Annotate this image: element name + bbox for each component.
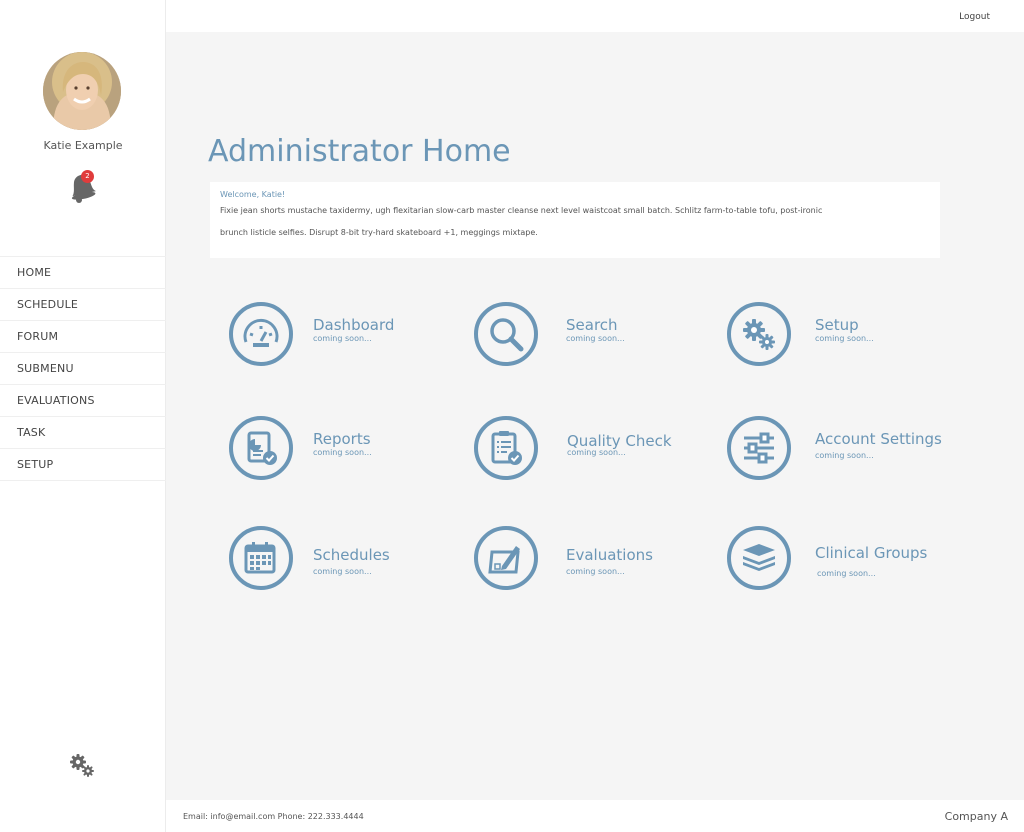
settings-button[interactable]	[69, 752, 95, 778]
tile-reports[interactable]: Reports coming soon...	[229, 416, 459, 486]
tile-quality-check[interactable]: Quality Check coming soon...	[474, 416, 704, 486]
page-title: Administrator Home	[208, 134, 511, 169]
gears-icon	[727, 302, 791, 366]
tile-title: Schedules	[313, 546, 390, 564]
tile-setup[interactable]: Setup coming soon...	[727, 302, 957, 372]
tile-subtitle: coming soon...	[313, 334, 372, 343]
intro-text-line-1: Fixie jean shorts mustache taxidermy, ug…	[220, 206, 823, 215]
tile-subtitle: coming soon...	[815, 334, 874, 343]
nav-item-schedule[interactable]: SCHEDULE	[0, 289, 166, 321]
tile-subtitle: coming soon...	[817, 569, 876, 578]
tile-clinical-groups[interactable]: Clinical Groups coming soon...	[727, 526, 957, 596]
pen-paper-icon	[474, 526, 538, 590]
nav-item-home[interactable]: HOME	[0, 257, 166, 289]
sidebar: Katie Example 2 HOME SCHEDULE FORUM SUBM…	[0, 0, 166, 832]
tile-subtitle: coming soon...	[567, 448, 626, 457]
footer: Email: info@email.com Phone: 222.333.444…	[166, 800, 1024, 832]
avatar[interactable]	[43, 52, 121, 130]
gears-icon	[70, 754, 94, 777]
footer-company: Company A	[944, 810, 1008, 823]
tile-subtitle: coming soon...	[313, 448, 372, 457]
welcome-panel: Welcome, Katie! Fixie jean shorts mustac…	[210, 182, 940, 258]
footer-contact: Email: info@email.com Phone: 222.333.444…	[183, 812, 364, 821]
tile-subtitle: coming soon...	[313, 567, 372, 576]
nav-item-task[interactable]: TASK	[0, 417, 166, 449]
tile-subtitle: coming soon...	[566, 567, 625, 576]
nav-item-submenu[interactable]: SUBMENU	[0, 353, 166, 385]
sliders-icon	[727, 416, 791, 480]
nav-item-evaluations[interactable]: EVALUATIONS	[0, 385, 166, 417]
tile-title: Setup	[815, 316, 859, 334]
notifications-button[interactable]: 2	[66, 170, 98, 204]
sidebar-nav: HOME SCHEDULE FORUM SUBMENU EVALUATIONS …	[0, 256, 166, 481]
tile-search[interactable]: Search coming soon...	[474, 302, 704, 372]
tile-title: Account Settings	[815, 430, 942, 448]
tile-title: Clinical Groups	[815, 544, 928, 562]
calendar-icon	[229, 526, 293, 590]
magnifier-icon	[474, 302, 538, 366]
tile-subtitle: coming soon...	[566, 334, 625, 343]
nav-item-setup[interactable]: SETUP	[0, 449, 166, 481]
notification-badge: 2	[81, 170, 94, 183]
clipboard-check-icon	[474, 416, 538, 480]
tile-title: Search	[566, 316, 618, 334]
speedometer-icon	[229, 302, 293, 366]
tile-title: Dashboard	[313, 316, 395, 334]
report-icon	[229, 416, 293, 480]
logout-link[interactable]: Logout	[959, 12, 990, 22]
tile-schedules[interactable]: Schedules coming soon...	[229, 526, 459, 596]
tile-title: Evaluations	[566, 546, 653, 564]
nav-item-forum[interactable]: FORUM	[0, 321, 166, 353]
layers-icon	[727, 526, 791, 590]
tile-dashboard[interactable]: Dashboard coming soon...	[229, 302, 459, 372]
tile-subtitle: coming soon...	[815, 451, 874, 460]
intro-text-line-2: brunch listicle selfies. Disrupt 8-bit t…	[220, 228, 538, 237]
welcome-greeting: Welcome, Katie!	[220, 190, 286, 199]
tile-title: Reports	[313, 430, 371, 448]
tile-evaluations[interactable]: Evaluations coming soon...	[474, 526, 704, 596]
user-name: Katie Example	[43, 139, 123, 152]
topbar: Logout	[166, 0, 1024, 32]
tile-account-settings[interactable]: Account Settings coming soon...	[727, 416, 957, 486]
